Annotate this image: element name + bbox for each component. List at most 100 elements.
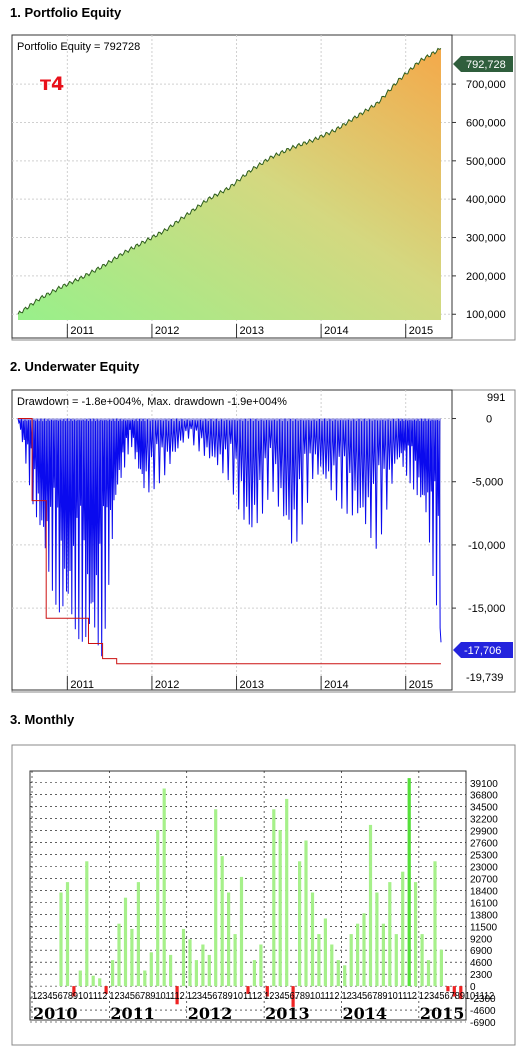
monthly-bar: [304, 840, 308, 987]
monthly-bar: [227, 892, 231, 987]
equity-y-tick-label: 400,000: [466, 194, 506, 206]
monthly-bar: [414, 882, 418, 987]
monthly-y-tick-label: 20700: [470, 874, 498, 885]
monthly-month-digits-row: 123456789101112: [419, 991, 495, 1002]
monthly-chart: 3910036800345003220029900276002530023000…: [11, 744, 516, 1046]
monthly-month-digits-row: 123456789101112: [109, 991, 185, 1002]
equity-x-tick-label: 2011: [70, 325, 94, 337]
monthly-bar: [317, 934, 321, 987]
monthly-y-tick-label: 9200: [470, 934, 493, 945]
monthly-bar: [85, 861, 89, 987]
monthly-bar: [162, 788, 166, 987]
equity-x-tick-label: 2013: [240, 325, 264, 337]
monthly-bar: [381, 923, 385, 987]
monthly-bar: [201, 944, 205, 987]
monthly-bar: [310, 892, 315, 987]
monthly-bar: [394, 934, 398, 987]
monthly-year-label: 2014: [343, 1004, 388, 1023]
underwater-x-tick-label: 2011: [70, 679, 94, 691]
monthly-bar: [401, 871, 405, 987]
monthly-y-tick-label: 25300: [470, 851, 498, 862]
monthly-bar: [368, 824, 373, 987]
monthly-y-tick-label: 4600: [470, 958, 493, 969]
equity-y-tick-label: 300,000: [466, 233, 506, 245]
monthly-bar: [388, 882, 392, 987]
monthly-y-tick-label: 23000: [470, 862, 498, 873]
equity-y-tick-label: 100,000: [466, 309, 506, 321]
underwater-bottom-label: -19,739: [466, 672, 503, 684]
equity-tag: т4: [40, 73, 64, 95]
monthly-bar: [298, 861, 302, 987]
monthly-bar: [91, 975, 95, 987]
monthly-bar: [233, 934, 237, 987]
underwater-caption: Drawdown = -1.8e+004%, Max. drawdown -1.…: [17, 396, 287, 408]
monthly-bar: [65, 882, 70, 987]
underwater-x-tick-label: 2014: [324, 679, 348, 691]
equity-last-value: 792,728: [466, 59, 506, 71]
underwater-last-value-badge: -17,706: [453, 642, 513, 658]
underwater-chart: Drawdown = -1.8e+004%, Max. drawdown -1.…: [11, 389, 516, 693]
monthly-bar: [59, 892, 63, 987]
underwater-y-tick-label: -10,000: [468, 540, 505, 552]
equity-y-tick-label: 200,000: [466, 271, 506, 283]
monthly-bar: [78, 970, 82, 987]
monthly-bar: [259, 944, 263, 987]
monthly-year-label: 2013: [265, 1004, 310, 1023]
equity-last-value-badge: 792,728: [453, 56, 513, 72]
monthly-bar: [285, 798, 289, 987]
monthly-bar: [117, 923, 121, 987]
monthly-bar: [98, 978, 102, 987]
monthly-bar: [330, 944, 334, 987]
monthly-bar: [181, 928, 186, 987]
monthly-y-tick-label: 27600: [470, 839, 498, 850]
underwater-x-tick-label: 2015: [409, 679, 433, 691]
monthly-bar: [136, 882, 140, 987]
monthly-y-tick-label: 11500: [470, 922, 498, 933]
monthly-y-tick-label: 36800: [470, 791, 498, 802]
monthly-bar: [375, 892, 379, 987]
monthly-bar: [149, 952, 153, 987]
monthly-bar: [214, 809, 218, 987]
monthly-bar: [111, 960, 115, 987]
equity-chart: Portfolio Equity = 792728 т4 700,000 600,…: [11, 34, 516, 341]
monthly-bar: [156, 830, 160, 987]
monthly-y-tick-label: 34500: [470, 803, 498, 814]
monthly-bar: [336, 960, 340, 987]
monthly-y-tick-label: -4600: [470, 1006, 496, 1017]
monthly-y-tick-label: 2300: [470, 970, 493, 981]
equity-caption: Portfolio Equity = 792728: [17, 41, 140, 53]
monthly-bar: [188, 939, 192, 987]
monthly-bar: [169, 954, 173, 987]
equity-x-tick-label: 2014: [324, 325, 348, 337]
monthly-month-digits-row: 123456789101112: [32, 991, 108, 1002]
monthly-y-tick-label: 6900: [470, 946, 493, 957]
monthly-bar: [349, 934, 353, 987]
monthly-year-label: 2012: [188, 1004, 233, 1023]
monthly-year-label: 2015: [420, 1004, 465, 1023]
underwater-y-tick-label: -5,000: [472, 477, 503, 489]
monthly-bar: [278, 830, 282, 987]
monthly-y-tick-label: 29900: [470, 827, 498, 838]
monthly-bar: [356, 923, 360, 987]
monthly-y-tick-label: 32200: [470, 815, 498, 826]
monthly-bar: [143, 970, 147, 987]
monthly-bar: [323, 918, 327, 987]
monthly-y-tick-label: 16100: [470, 898, 498, 909]
equity-y-tick-label: 500,000: [466, 156, 506, 168]
equity-x-tick-label: 2012: [155, 325, 179, 337]
equity-x-tick-label: 2015: [409, 325, 433, 337]
monthly-month-digits: 123456789101112 123456789101112 1234567891…: [32, 991, 495, 1002]
monthly-plot-area: [29, 770, 467, 1021]
monthly-bar: [252, 960, 256, 987]
underwater-y-tick-label: -15,000: [468, 603, 505, 615]
monthly-bar: [362, 913, 366, 987]
charts-canvas: Portfolio Equity = 792728 т4 700,000 600,…: [11, 34, 516, 1046]
monthly-bar: [130, 928, 134, 987]
underwater-x-tick-label: 2012: [155, 679, 179, 691]
equity-y-tick-label: 700,000: [466, 79, 506, 91]
monthly-bar: [407, 778, 411, 987]
monthly-bar: [220, 856, 224, 987]
monthly-year-label: 2010: [33, 1004, 78, 1023]
equity-y-tick-label: 600,000: [466, 117, 506, 129]
monthly-bar: [420, 934, 424, 987]
